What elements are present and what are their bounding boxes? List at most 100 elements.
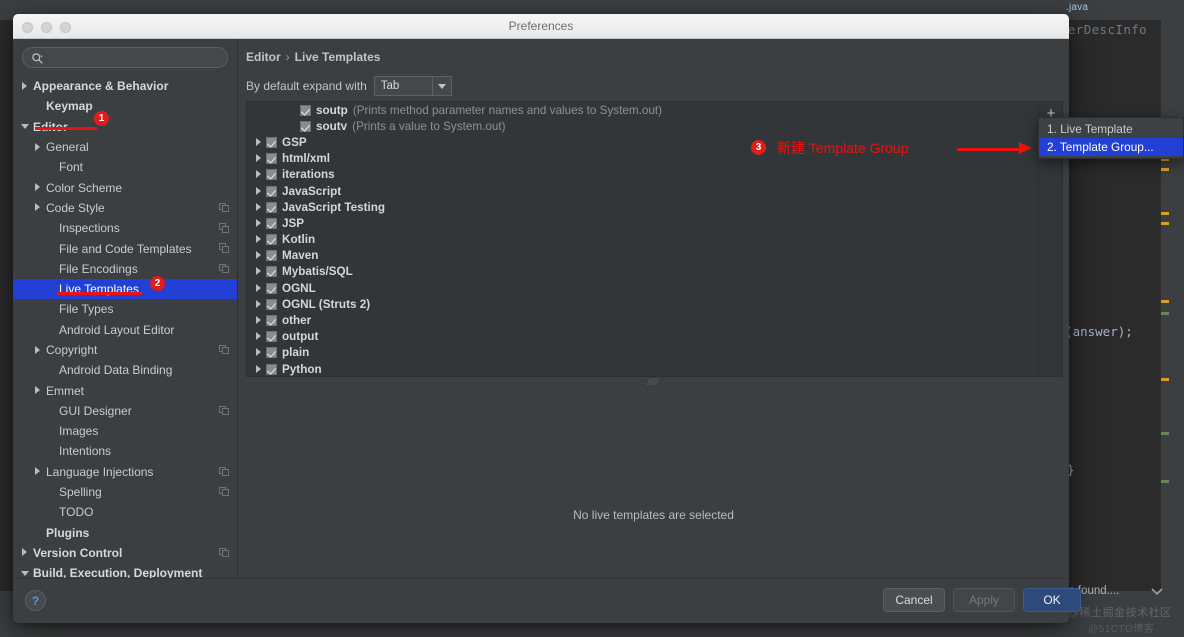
chevron-right-icon[interactable] (255, 170, 264, 179)
search-box[interactable] (22, 47, 228, 68)
copy-settings-icon[interactable] (219, 202, 229, 213)
sidebar-item-color-scheme[interactable]: Color Scheme (13, 177, 237, 197)
checkbox-checked-icon[interactable] (266, 169, 277, 181)
panel-splitter[interactable]: ⁄⁄⁄⁄ (238, 377, 1069, 387)
copy-settings-icon[interactable] (219, 486, 229, 497)
chevron-right-icon[interactable] (255, 218, 264, 228)
chevron-right-icon[interactable] (34, 183, 43, 192)
chevron-right-icon[interactable] (255, 267, 264, 276)
sidebar-item-font[interactable]: Font (13, 157, 237, 177)
chevron-down-icon[interactable] (431, 77, 451, 95)
checkbox-checked-icon[interactable] (300, 104, 311, 116)
copy-settings-icon[interactable] (219, 547, 229, 558)
checkbox-checked-icon[interactable] (266, 331, 277, 343)
template-group-row[interactable]: JavaScript (247, 183, 1038, 199)
sidebar-item-file-encodings[interactable]: File Encodings (13, 259, 237, 279)
template-group-row[interactable]: Kotlin (247, 232, 1038, 248)
chevron-right-icon[interactable] (34, 345, 43, 355)
template-group-row[interactable]: Python (247, 361, 1038, 376)
checkbox-checked-icon[interactable] (266, 153, 277, 165)
sidebar-item-language-injections[interactable]: Language Injections (13, 462, 237, 482)
template-group-row[interactable]: JSP (247, 215, 1038, 231)
menu-item-1[interactable]: 1. Live Template (1039, 120, 1183, 138)
sidebar-item-todo[interactable]: TODO (13, 502, 237, 522)
sidebar-item-file-types[interactable]: File Types (13, 299, 237, 319)
sidebar-item-android-layout-editor[interactable]: Android Layout Editor (13, 320, 237, 340)
template-row[interactable]: soutv (Prints a value to System.out) (247, 118, 1038, 134)
checkbox-checked-icon[interactable] (266, 282, 277, 294)
help-button[interactable]: ? (25, 590, 46, 611)
copy-settings-icon[interactable] (219, 223, 229, 233)
chevron-right-icon[interactable] (255, 299, 264, 309)
chevron-right-icon[interactable] (255, 332, 264, 341)
ok-button[interactable]: OK (1023, 588, 1081, 612)
template-group-row[interactable]: plain (247, 345, 1038, 361)
template-group-row[interactable]: Mybatis/SQL (247, 264, 1038, 280)
template-group-row[interactable]: Maven (247, 248, 1038, 264)
ide-editor-tab[interactable]: .java (1066, 2, 1088, 13)
copy-settings-icon[interactable] (219, 405, 229, 416)
copy-settings-icon[interactable] (219, 263, 229, 274)
menu-item-2[interactable]: 2. Template Group... (1039, 138, 1183, 156)
chevron-right-icon[interactable] (34, 203, 43, 212)
checkbox-checked-icon[interactable] (266, 234, 277, 246)
chevron-right-icon[interactable] (21, 81, 30, 91)
checkbox-checked-icon[interactable] (266, 347, 277, 359)
template-group-row[interactable]: html/xml (247, 151, 1038, 167)
checkbox-checked-icon[interactable] (266, 250, 277, 262)
template-group-row[interactable]: OGNL (247, 280, 1038, 296)
checkbox-checked-icon[interactable] (266, 315, 277, 327)
sidebar-item-intentions[interactable]: Intentions (13, 441, 237, 461)
checkbox-checked-icon[interactable] (266, 136, 277, 148)
template-group-row[interactable]: OGNL (Struts 2) (247, 296, 1038, 312)
search-input[interactable] (49, 48, 219, 67)
sidebar-item-live-templates[interactable]: Live Templates (13, 278, 237, 300)
sidebar-item-plugins[interactable]: Plugins (13, 523, 237, 543)
checkbox-checked-icon[interactable] (266, 363, 277, 375)
checkbox-checked-icon[interactable] (266, 217, 277, 229)
template-row[interactable]: soutp (Prints method parameter names and … (247, 102, 1038, 118)
checkbox-checked-icon[interactable] (266, 266, 277, 278)
chevron-right-icon[interactable] (255, 186, 264, 196)
copy-settings-icon[interactable] (219, 243, 229, 253)
sidebar-item-copyright[interactable]: Copyright (13, 340, 237, 360)
chevron-down-icon[interactable] (1149, 583, 1165, 599)
sidebar-item-keymap[interactable]: Keymap (13, 96, 237, 116)
checkbox-checked-icon[interactable] (266, 185, 277, 197)
sidebar-item-images[interactable]: Images (13, 421, 237, 441)
breadcrumb-root[interactable]: Editor (246, 50, 281, 64)
chevron-right-icon[interactable] (255, 316, 264, 325)
chevron-right-icon[interactable] (255, 235, 264, 244)
checkbox-checked-icon[interactable] (266, 298, 277, 310)
checkbox-checked-icon[interactable] (266, 201, 277, 213)
sidebar-item-inspections[interactable]: Inspections (13, 218, 237, 238)
sidebar-item-general[interactable]: General (13, 137, 237, 157)
template-group-row[interactable]: other (247, 312, 1038, 328)
sidebar-item-spelling[interactable]: Spelling (13, 482, 237, 502)
sidebar-item-gui-designer[interactable]: GUI Designer (13, 401, 237, 421)
copy-settings-icon[interactable] (219, 344, 229, 355)
template-group-row[interactable]: output (247, 329, 1038, 345)
sidebar-item-version-control[interactable]: Version Control (13, 543, 237, 563)
template-group-row[interactable]: JavaScript Testing (247, 199, 1038, 215)
dialog-title-bar[interactable]: Preferences (13, 14, 1069, 39)
chevron-right-icon[interactable] (255, 348, 264, 357)
chevron-right-icon[interactable] (255, 137, 264, 147)
expand-with-select[interactable]: Tab (373, 76, 452, 96)
chevron-right-icon[interactable] (34, 386, 43, 395)
chevron-right-icon[interactable] (34, 467, 43, 476)
sidebar-item-code-style[interactable]: Code Style (13, 198, 237, 218)
chevron-down-icon[interactable] (21, 122, 30, 131)
cancel-button[interactable]: Cancel (883, 588, 945, 612)
chevron-right-icon[interactable] (255, 154, 264, 163)
chevron-right-icon[interactable] (255, 283, 264, 293)
chevron-right-icon[interactable] (21, 548, 30, 557)
chevron-right-icon[interactable] (34, 142, 43, 152)
chevron-down-icon[interactable] (21, 569, 30, 578)
sidebar-item-emmet[interactable]: Emmet (13, 380, 237, 400)
copy-settings-icon[interactable] (219, 466, 229, 477)
chevron-right-icon[interactable] (255, 251, 264, 260)
template-groups-list[interactable]: soutp (Prints method parameter names and … (247, 102, 1038, 376)
checkbox-checked-icon[interactable] (300, 120, 311, 132)
ide-error-stripe-gutter[interactable] (1161, 20, 1170, 591)
